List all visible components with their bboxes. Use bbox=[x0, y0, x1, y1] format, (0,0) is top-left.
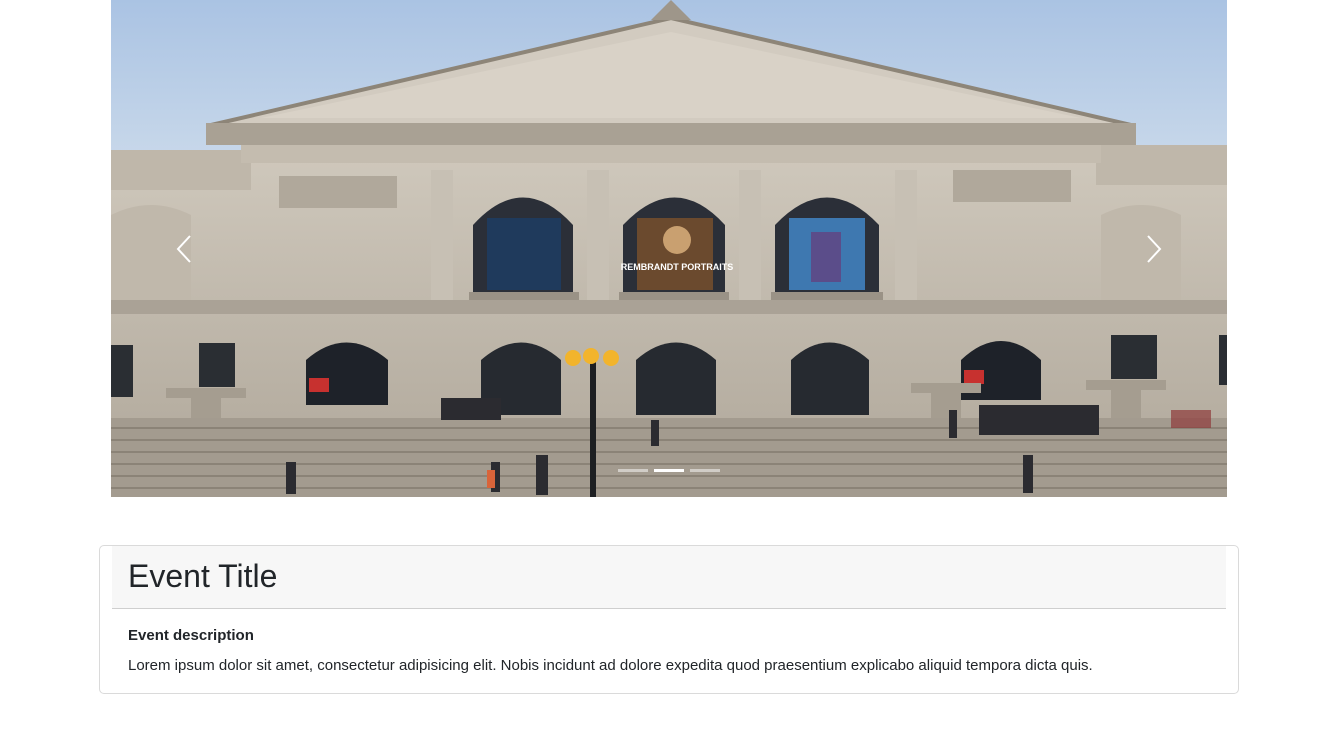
event-image-carousel[interactable]: REMBRANDT PORTRAITS bbox=[111, 0, 1227, 497]
carousel-indicator-1[interactable] bbox=[618, 469, 648, 472]
carousel-indicator-3[interactable] bbox=[690, 469, 720, 472]
event-card-body: Event description Lorem ipsum dolor sit … bbox=[128, 626, 1218, 676]
carousel-next-button[interactable] bbox=[1079, 0, 1227, 497]
chevron-left-icon bbox=[176, 234, 191, 263]
carousel-indicators bbox=[111, 469, 1227, 472]
chevron-right-icon bbox=[1147, 234, 1162, 263]
carousel-prev-button[interactable] bbox=[111, 0, 259, 497]
event-description-heading: Event description bbox=[128, 627, 254, 644]
event-description-text: Lorem ipsum dolor sit amet, consectetur … bbox=[128, 657, 1093, 674]
carousel-indicator-2[interactable] bbox=[654, 469, 684, 472]
event-title: Event Title bbox=[128, 558, 278, 594]
center-banner-text: REMBRANDT PORTRAITS bbox=[621, 262, 734, 272]
art-institute-building-photo: REMBRANDT PORTRAITS bbox=[111, 0, 1227, 497]
event-card: Event Title Event description Lorem ipsu… bbox=[99, 545, 1239, 694]
event-card-header: Event Title bbox=[112, 546, 1226, 609]
